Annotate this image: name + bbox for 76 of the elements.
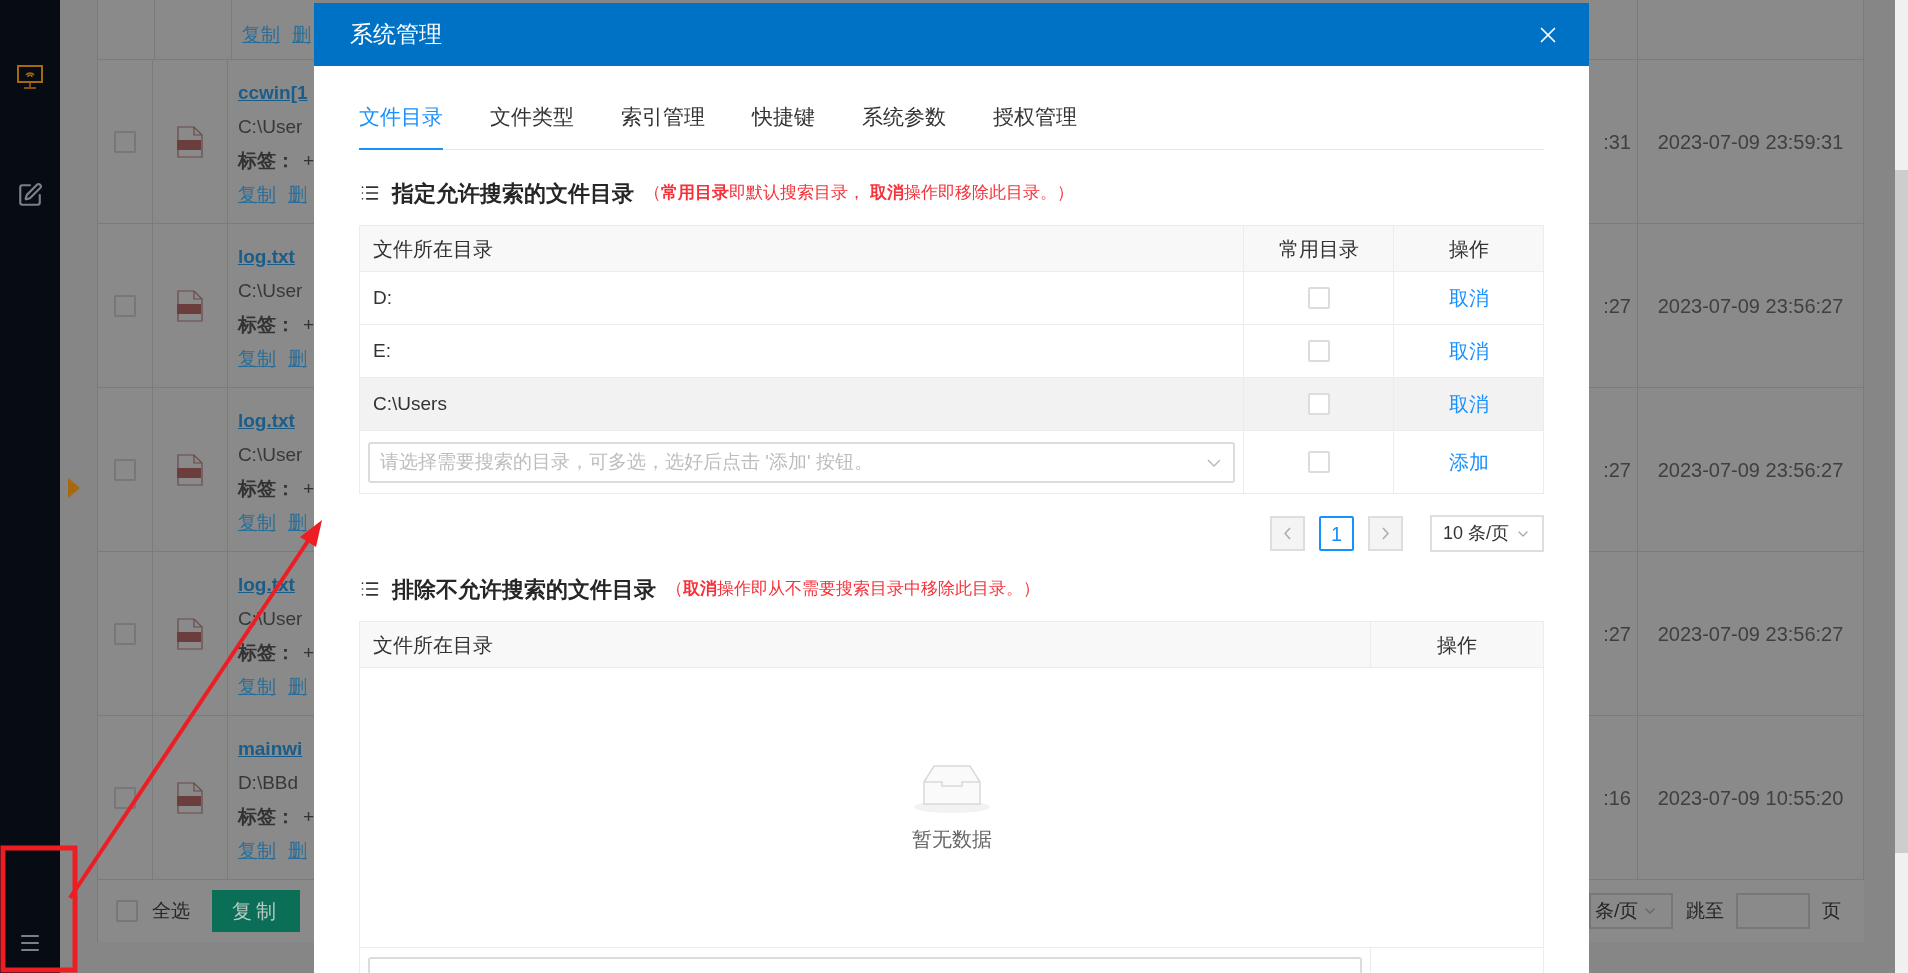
add-tag-button[interactable]: +	[302, 144, 314, 178]
file-path: D:\BBd	[237, 771, 299, 795]
section-title: 指定允许搜索的文件目录	[392, 179, 634, 208]
time-cell-text: 2023-07-09 23:56:27	[1657, 293, 1844, 319]
page-size-select[interactable]: 10 条/页	[1430, 515, 1544, 552]
tag-label: 标签：	[237, 313, 295, 337]
dialog-title: 系统管理	[350, 20, 442, 50]
page-unit-label: 页	[1822, 898, 1841, 923]
file-name-link[interactable]: log.txt	[237, 404, 295, 438]
column-header: 操作	[1437, 632, 1477, 658]
time-cell-text: 2023-07-09 10:55:20	[1657, 785, 1844, 811]
add-tag-button[interactable]: +	[302, 800, 314, 834]
next-page-button[interactable]	[1368, 516, 1403, 551]
list-icon	[360, 183, 380, 203]
txt-file-icon	[177, 289, 204, 322]
section-note: （常用目录即默认搜索目录， 取消操作即移除此目录。）	[644, 182, 1074, 205]
tag-label: 标签：	[237, 641, 295, 665]
section-note: （取消操作即从不需要搜索目录中移除此目录。）	[666, 578, 1040, 601]
add-tag-button[interactable]: +	[302, 308, 314, 342]
tab[interactable]: 授权管理	[993, 86, 1077, 150]
expand-triangle-icon[interactable]	[68, 478, 80, 498]
section-title: 排除不允许搜索的文件目录	[392, 575, 656, 604]
file-name-link[interactable]: ccwin[1	[237, 76, 308, 110]
column-header: 操作	[1448, 236, 1489, 262]
tab[interactable]: 文件目录	[359, 86, 443, 150]
tag-label: 标签：	[237, 805, 295, 829]
txt-file-icon	[177, 781, 204, 814]
tab[interactable]: 快捷键	[752, 86, 815, 150]
directory-path: E:	[373, 338, 391, 363]
cancel-link[interactable]: 取消	[1448, 389, 1489, 419]
txt-file-icon	[177, 453, 204, 486]
list-icon	[360, 579, 380, 599]
cancel-link[interactable]: 取消	[1448, 283, 1489, 313]
tag-label: 标签：	[237, 149, 295, 173]
column-header: 常用目录	[1278, 236, 1359, 262]
monitor-icon[interactable]	[16, 64, 44, 90]
copy-button[interactable]: 复制	[212, 890, 300, 932]
tag-label: 标签：	[237, 477, 295, 501]
time-cell-text: :31	[1603, 129, 1631, 155]
checkbox[interactable]	[114, 786, 137, 809]
time-cell-text: 2023-07-09 23:56:27	[1657, 457, 1844, 483]
time-cell-text: 2023-07-09 23:59:31	[1657, 129, 1844, 155]
directory-select-field[interactable]: 请选择需要搜索的目录，可多选，选好后点击 '添加' 按钮。	[368, 441, 1235, 483]
file-path: C:\User	[237, 115, 303, 139]
directory-path: D:	[373, 285, 392, 310]
tab[interactable]: 文件类型	[490, 86, 574, 150]
column-header: 文件所在目录	[373, 236, 493, 262]
select-all-label[interactable]: 全选	[152, 896, 190, 926]
add-tag-button[interactable]: +	[302, 636, 314, 670]
file-path: C:\User	[237, 279, 303, 303]
txt-file-icon	[177, 617, 204, 650]
chevron-right-icon	[1382, 527, 1389, 540]
tab[interactable]: 索引管理	[621, 86, 705, 150]
prev-page-button[interactable]	[1270, 516, 1305, 551]
file-name-link[interactable]: log.txt	[237, 240, 295, 274]
chevron-left-icon	[1284, 527, 1291, 540]
file-path: C:\User	[237, 443, 303, 467]
jump-label: 跳至	[1686, 898, 1724, 923]
add-link[interactable]: 添加	[1448, 447, 1489, 477]
file-name-link[interactable]: mainwi	[237, 732, 303, 766]
txt-file-icon	[177, 125, 204, 158]
tab[interactable]: 系统参数	[862, 86, 946, 150]
time-cell-text: 2023-07-09 23:56:27	[1657, 621, 1844, 647]
edit-icon[interactable]	[17, 182, 43, 208]
column-header: 文件所在目录	[373, 632, 493, 658]
time-cell-text: :27	[1603, 293, 1631, 319]
add-tag-button[interactable]: +	[302, 472, 314, 506]
time-cell-text: :27	[1603, 621, 1631, 647]
chevron-down-icon	[1207, 458, 1221, 467]
directory-path: C:\Users	[373, 391, 447, 416]
page-size-select[interactable]: 条/页	[1589, 893, 1673, 929]
page-button[interactable]: 1	[1319, 516, 1354, 551]
empty-state-text: 暂无数据	[911, 826, 992, 852]
cancel-link[interactable]: 取消	[1448, 336, 1489, 366]
time-cell-text: :16	[1603, 785, 1631, 811]
time-cell-text: :27	[1603, 457, 1631, 483]
